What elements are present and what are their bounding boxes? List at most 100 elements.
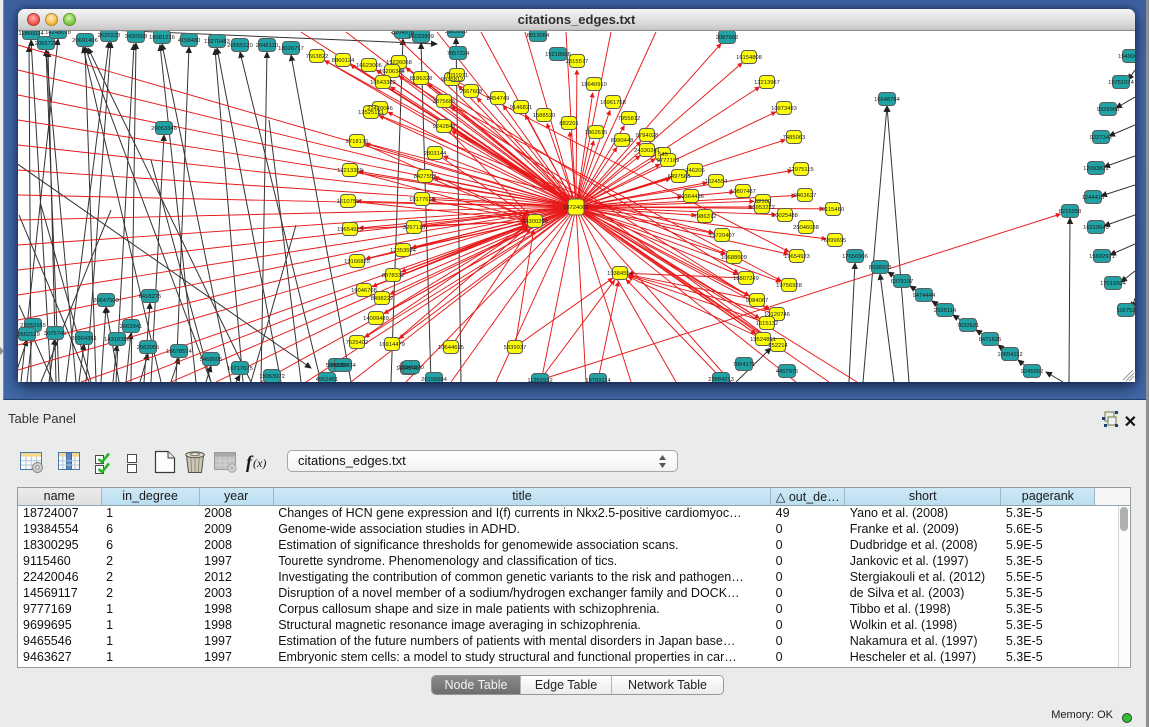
svg-text:18724007: 18724007 <box>563 205 589 211</box>
svg-text:16623006: 16623006 <box>356 63 382 69</box>
svg-text:8813054: 8813054 <box>527 33 550 39</box>
svg-text:2055721: 2055721 <box>35 41 58 47</box>
svg-text:6899695: 6899695 <box>824 238 847 244</box>
svg-text:17656906: 17656906 <box>842 254 868 260</box>
svg-text:20364361: 20364361 <box>71 336 97 342</box>
svg-text:15063972: 15063972 <box>259 374 285 380</box>
svg-text:14099489: 14099489 <box>363 316 389 322</box>
svg-text:9794028: 9794028 <box>636 133 659 139</box>
svg-text:20555120: 20555120 <box>227 43 253 49</box>
svg-text:20647509: 20647509 <box>93 298 119 304</box>
svg-text:9329966: 9329966 <box>1097 107 1120 113</box>
svg-text:2718176: 2718176 <box>346 139 369 145</box>
svg-text:11350932: 11350932 <box>527 378 552 382</box>
svg-text:16961758: 16961758 <box>600 100 626 106</box>
svg-text:7986372: 7986372 <box>694 214 717 220</box>
svg-text:9474444: 9474444 <box>913 293 936 299</box>
svg-text:4158480: 4158480 <box>178 38 201 44</box>
svg-text:7857224: 7857224 <box>447 51 470 57</box>
svg-text:18640910: 18640910 <box>581 82 607 88</box>
svg-text:18026717: 18026717 <box>278 46 304 52</box>
svg-text:17016504: 17016504 <box>1100 281 1127 287</box>
svg-text:15692971: 15692971 <box>1089 254 1115 260</box>
svg-text:8215958: 8215958 <box>1059 209 1082 215</box>
svg-text:10654112: 10654112 <box>997 352 1022 358</box>
svg-text:7632621: 7632621 <box>957 323 980 329</box>
svg-text:8990448: 8990448 <box>611 138 634 144</box>
svg-text:14310388: 14310388 <box>104 337 130 343</box>
svg-text:15720407: 15720407 <box>709 233 735 239</box>
svg-text:25046038: 25046038 <box>793 225 819 231</box>
svg-text:8860124: 8860124 <box>332 58 355 64</box>
svg-text:3267110: 3267110 <box>403 225 425 231</box>
svg-text:18177615: 18177615 <box>409 197 435 203</box>
svg-text:18841570: 18841570 <box>398 365 424 371</box>
svg-text:9084067: 9084067 <box>746 298 769 304</box>
svg-text:23884213: 23884213 <box>708 377 734 382</box>
svg-text:2563055: 2563055 <box>137 345 160 351</box>
svg-text:3883910: 3883910 <box>445 31 468 35</box>
svg-text:4457975: 4457975 <box>776 369 799 375</box>
svg-text:1624554: 1624554 <box>705 179 728 185</box>
svg-text:16033809: 16033809 <box>408 34 434 40</box>
svg-text:5339937: 5339937 <box>504 345 527 351</box>
svg-text:(x): (x) <box>253 456 266 470</box>
svg-text:2803144: 2803144 <box>424 151 447 157</box>
svg-text:15751074: 15751074 <box>1108 80 1135 86</box>
svg-text:12353594: 12353594 <box>390 248 417 254</box>
svg-text:116753: 116753 <box>1117 308 1135 314</box>
svg-text:8427552: 8427552 <box>414 174 437 180</box>
svg-text:19166825: 19166825 <box>344 259 370 265</box>
svg-text:9463627: 9463627 <box>794 193 817 199</box>
svg-text:3075745: 3075745 <box>44 331 67 337</box>
svg-text:10717675: 10717675 <box>227 366 253 372</box>
svg-text:2667608: 2667608 <box>460 89 483 95</box>
svg-text:8471626: 8471626 <box>979 337 1002 343</box>
svg-text:12093872: 12093872 <box>1083 166 1109 172</box>
svg-text:22053165: 22053165 <box>20 323 46 329</box>
svg-text:7064171: 7064171 <box>733 362 756 368</box>
svg-text:2663941: 2663941 <box>120 324 143 330</box>
svg-text:2087682: 2087682 <box>716 35 739 41</box>
svg-text:7485063: 7485063 <box>783 135 806 141</box>
svg-text:19654923: 19654923 <box>337 227 363 233</box>
svg-text:3875685: 3875685 <box>433 99 456 105</box>
svg-text:20364436: 20364436 <box>678 194 704 200</box>
svg-text:12213389: 12213389 <box>337 168 363 174</box>
svg-text:8454749: 8454749 <box>487 96 510 102</box>
svg-text:8418275: 8418275 <box>139 294 162 300</box>
svg-text:20053346: 20053346 <box>151 126 177 132</box>
svg-text:10973493: 10973493 <box>771 106 797 112</box>
svg-text:16648784: 16648784 <box>874 97 901 103</box>
svg-text:19756928: 19756928 <box>776 283 802 289</box>
svg-text:13270483: 13270483 <box>204 39 230 45</box>
svg-text:19490077: 19490077 <box>1118 54 1135 60</box>
svg-text:9146821: 9146821 <box>510 105 533 111</box>
svg-text:5468605: 5468605 <box>200 357 223 363</box>
svg-text:19218506: 19218506 <box>545 52 571 58</box>
svg-text:2620223: 2620223 <box>98 33 121 39</box>
svg-text:3430558: 3430558 <box>125 34 148 40</box>
svg-text:16914479: 16914479 <box>379 342 405 348</box>
svg-text:11866024: 11866024 <box>18 31 44 37</box>
svg-text:9777169: 9777169 <box>657 158 680 164</box>
svg-text:1362615: 1362615 <box>585 130 608 136</box>
svg-text:16046708: 16046708 <box>351 288 377 294</box>
svg-text:882201: 882201 <box>559 121 578 127</box>
svg-text:24330241: 24330241 <box>634 148 660 154</box>
svg-text:23830434: 23830434 <box>330 363 357 369</box>
svg-text:8498222: 8498222 <box>371 296 394 302</box>
svg-text:2935114: 2935114 <box>934 308 957 314</box>
svg-text:6497568: 6497568 <box>668 174 691 180</box>
svg-text:8878332: 8878332 <box>382 273 405 279</box>
svg-text:18807249: 18807249 <box>733 276 759 282</box>
svg-text:1610755: 1610755 <box>337 199 360 205</box>
svg-text:15953222: 15953222 <box>749 205 775 211</box>
svg-text:1244415: 1244415 <box>1082 195 1105 201</box>
svg-text:1615132: 1615132 <box>756 321 779 327</box>
svg-text:2946120: 2946120 <box>256 43 279 49</box>
svg-text:9227342: 9227342 <box>1090 135 1113 141</box>
svg-text:16210643: 16210643 <box>1083 225 1109 231</box>
svg-text:10807487: 10807487 <box>730 189 756 195</box>
svg-text:20562129: 20562129 <box>18 332 40 338</box>
